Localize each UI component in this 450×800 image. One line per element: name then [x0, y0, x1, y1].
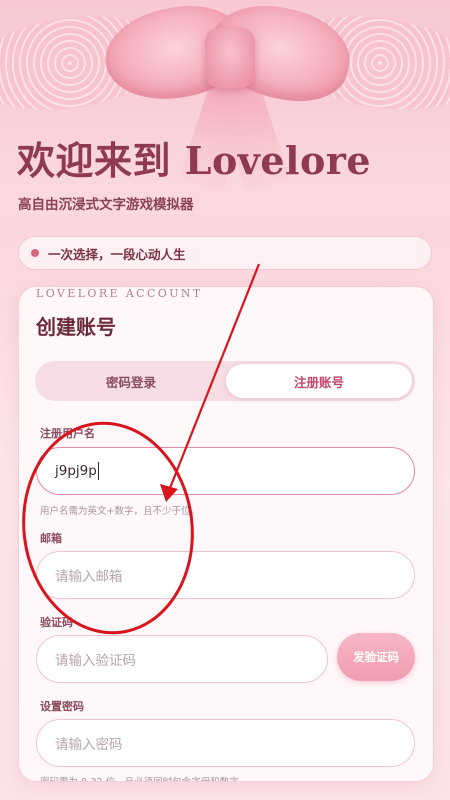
code-label: 验证码	[40, 616, 73, 629]
tab-register[interactable]: 注册账号	[226, 364, 412, 398]
password-hint: 密码需为 8-32 位，且必须同时包含字母和数字。	[40, 774, 248, 781]
username-value: j9pj9p	[55, 463, 97, 479]
bow-knot	[205, 28, 255, 88]
card-kicker: LOVELORE ACCOUNT	[36, 287, 203, 300]
username-input[interactable]: j9pj9p	[36, 447, 415, 495]
password-placeholder: 请输入密码	[55, 737, 123, 753]
verification-code-input[interactable]: 请输入验证码	[36, 635, 328, 683]
username-hint: 用户名需为英文+数字，且不少于位。	[40, 506, 200, 517]
code-placeholder: 请输入验证码	[55, 653, 136, 669]
bullet-dot-icon	[31, 249, 39, 257]
card-title: 创建账号	[36, 315, 116, 339]
tab-password-login[interactable]: 密码登录	[38, 364, 224, 398]
password-label: 设置密码	[40, 700, 84, 713]
text-caret	[97, 462, 99, 480]
email-label: 邮箱	[40, 532, 62, 545]
slogan-text: 一次选择，一段心动人生	[48, 246, 186, 262]
send-code-button[interactable]: 发验证码	[337, 633, 415, 681]
register-card: LOVELORE ACCOUNT 创建账号 密码登录 注册账号 注册用户名 j9…	[18, 286, 434, 782]
password-input[interactable]: 请输入密码	[36, 719, 415, 767]
username-label: 注册用户名	[40, 427, 95, 440]
auth-tabs: 密码登录 注册账号	[35, 361, 415, 401]
email-input[interactable]: 请输入邮箱	[36, 551, 415, 599]
slogan-banner: 一次选择，一段心动人生	[18, 236, 432, 270]
page-title: 欢迎来到 Lovelore	[17, 138, 372, 183]
email-placeholder: 请输入邮箱	[55, 569, 123, 585]
page-subtitle: 高自由沉浸式文字游戏模拟器	[18, 197, 194, 213]
